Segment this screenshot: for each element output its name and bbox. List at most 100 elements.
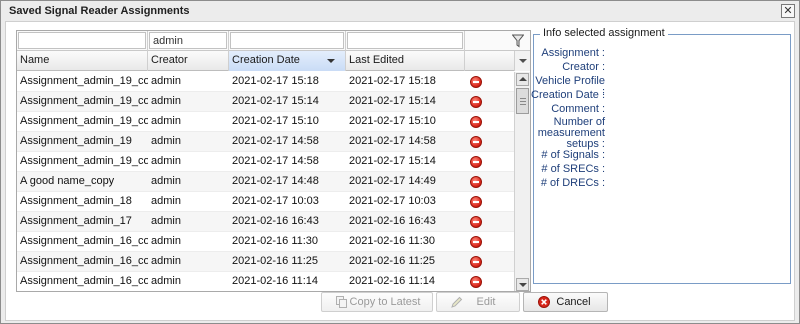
copy-to-latest-label: Copy to Latest xyxy=(349,296,421,308)
info-label-creator: Creator : xyxy=(562,61,605,73)
grid-rows: Assignment_admin_19_copy_copyadmin 2021-0… xyxy=(17,72,514,291)
table-row[interactable]: Assignment_admin_19_copy_...admin 2021-02… xyxy=(17,112,514,132)
assignments-grid: Name Creator Creation Date Last Edited A… xyxy=(16,30,531,292)
cell-name: Assignment_admin_16_copy5 xyxy=(20,235,148,247)
table-row[interactable]: Assignment_admin_19_copy_copyadmin 2021-0… xyxy=(17,72,514,92)
delete-icon[interactable] xyxy=(470,256,482,268)
cell-creator: admin xyxy=(151,95,181,107)
filter-cell-name xyxy=(17,31,148,51)
info-label-signals: # of Signals : xyxy=(541,149,605,161)
cell-last-edited: 2021-02-17 14:49 xyxy=(349,175,436,187)
delete-icon[interactable] xyxy=(470,236,482,248)
scroll-thumb[interactable] xyxy=(516,88,529,114)
column-header-row: Name Creator Creation Date Last Edited xyxy=(17,51,530,71)
table-row[interactable]: Assignment_admin_19 admin 2021-02-17 14:58… xyxy=(17,132,514,152)
cell-creator: admin xyxy=(151,115,181,127)
vertical-scrollbar[interactable] xyxy=(514,72,530,291)
delete-icon[interactable] xyxy=(470,156,482,168)
cell-name: Assignment_admin_19_copy2 xyxy=(20,95,148,107)
edit-button[interactable]: Edit xyxy=(436,292,520,312)
cell-creator: admin xyxy=(151,235,181,247)
cell-name: Assignment_admin_19_copy xyxy=(20,155,148,167)
table-row[interactable]: Assignment_admin_19_copy admin 2021-02-17 … xyxy=(17,152,514,172)
cell-last-edited: 2021-02-17 15:10 xyxy=(349,115,436,127)
cell-creation-date: 2021-02-17 14:58 xyxy=(232,135,319,147)
delete-icon[interactable] xyxy=(470,196,482,208)
cell-creator: admin xyxy=(151,275,181,287)
cell-creation-date: 2021-02-17 10:03 xyxy=(232,195,319,207)
column-menu-button[interactable] xyxy=(514,51,530,71)
arrow-down-icon xyxy=(519,283,527,287)
filter-last-edited-input[interactable] xyxy=(347,32,463,49)
info-label-srecs: # of SRECs : xyxy=(541,163,605,175)
delete-icon[interactable] xyxy=(470,216,482,228)
cell-last-edited: 2021-02-17 15:14 xyxy=(349,95,436,107)
delete-icon[interactable] xyxy=(470,116,482,128)
cell-name: Assignment_admin_17 xyxy=(20,215,132,227)
pencil-icon xyxy=(451,296,463,308)
copy-to-latest-button[interactable]: Copy to Latest xyxy=(321,292,433,312)
filter-creator-input[interactable] xyxy=(149,32,227,49)
dialog-content: Name Creator Creation Date Last Edited A… xyxy=(5,21,795,321)
cell-name: Assignment_admin_16_copy3 xyxy=(20,275,148,287)
table-row[interactable]: Assignment_admin_16_copy5admin 2021-02-16… xyxy=(17,232,514,252)
column-header-creation-date-label: Creation Date xyxy=(232,54,300,66)
filter-name-input[interactable] xyxy=(18,32,146,49)
delete-icon[interactable] xyxy=(470,136,482,148)
cell-last-edited: 2021-02-16 16:43 xyxy=(349,215,436,227)
column-header-name[interactable]: Name xyxy=(17,51,148,71)
info-panel: Info selected assignment Assignment : Cr… xyxy=(531,27,791,284)
table-row[interactable]: Assignment_admin_18 admin 2021-02-17 10:03… xyxy=(17,192,514,212)
column-header-creation-date[interactable]: Creation Date xyxy=(229,51,346,71)
cell-last-edited: 2021-02-16 11:14 xyxy=(349,275,436,287)
info-label-creation-date: Creation Date : xyxy=(531,89,605,101)
table-row[interactable]: A good name_copy admin 2021-02-17 14:48 202… xyxy=(17,172,514,192)
table-row[interactable]: Assignment_admin_16_copy4admin 2021-02-16… xyxy=(17,252,514,272)
cell-creation-date: 2021-02-16 11:25 xyxy=(232,255,319,267)
cell-creation-date: 2021-02-17 15:14 xyxy=(232,95,319,107)
delete-icon[interactable] xyxy=(470,96,482,108)
info-label-assignment: Assignment : xyxy=(541,47,605,59)
cell-last-edited: 2021-02-17 14:58 xyxy=(349,135,436,147)
cell-last-edited: 2021-02-17 15:18 xyxy=(349,75,436,87)
filter-cell-creation-date xyxy=(229,31,346,51)
sort-descending-icon xyxy=(327,59,335,63)
cell-creator: admin xyxy=(151,255,181,267)
delete-icon[interactable] xyxy=(470,276,482,288)
cell-name: A good name_copy xyxy=(20,175,115,187)
cell-creation-date: 2021-02-17 15:18 xyxy=(232,75,319,87)
cell-creation-date: 2021-02-17 14:58 xyxy=(232,155,319,167)
info-label-drecs: # of DRECs : xyxy=(540,177,605,189)
delete-icon[interactable] xyxy=(470,76,482,88)
close-button[interactable]: ✕ xyxy=(781,4,795,18)
cell-name: Assignment_admin_18 xyxy=(20,195,132,207)
info-label-measurement-setups: Number of measurement setups : xyxy=(537,116,605,150)
cell-creator: admin xyxy=(151,195,181,207)
edit-label: Edit xyxy=(476,296,496,308)
funnel-icon[interactable] xyxy=(512,34,524,48)
arrow-up-icon xyxy=(519,77,527,81)
cell-creation-date: 2021-02-17 14:48 xyxy=(232,175,319,187)
cell-last-edited: 2021-02-16 11:30 xyxy=(349,235,436,247)
filter-creation-date-input[interactable] xyxy=(230,32,344,49)
filter-cell-last-edited xyxy=(346,31,465,51)
chevron-down-icon xyxy=(519,59,527,63)
info-panel-legend: Info selected assignment xyxy=(540,27,668,39)
table-row[interactable]: Assignment_admin_19_copy2admin 2021-02-17… xyxy=(17,92,514,112)
cell-creator: admin xyxy=(151,75,181,87)
column-header-creator[interactable]: Creator xyxy=(148,51,229,71)
cell-creator: admin xyxy=(151,175,181,187)
cell-creation-date: 2021-02-16 11:14 xyxy=(232,275,319,287)
table-row[interactable]: Assignment_admin_17 admin 2021-02-16 16:43… xyxy=(17,212,514,232)
table-row[interactable]: Assignment_admin_16_copy3admin 2021-02-16… xyxy=(17,272,514,291)
copy-icon xyxy=(336,296,347,308)
scroll-up-button[interactable] xyxy=(516,73,529,86)
scroll-down-button[interactable] xyxy=(516,278,529,291)
cell-creator: admin xyxy=(151,135,181,147)
info-label-comment: Comment : xyxy=(551,103,605,115)
column-header-last-edited[interactable]: Last Edited xyxy=(346,51,465,71)
title-bar[interactable]: Saved Signal Reader Assignments ✕ xyxy=(1,1,799,21)
cancel-button[interactable]: Cancel xyxy=(523,292,608,312)
delete-icon[interactable] xyxy=(470,176,482,188)
dialog-window: Saved Signal Reader Assignments ✕ admin … xyxy=(0,0,800,324)
